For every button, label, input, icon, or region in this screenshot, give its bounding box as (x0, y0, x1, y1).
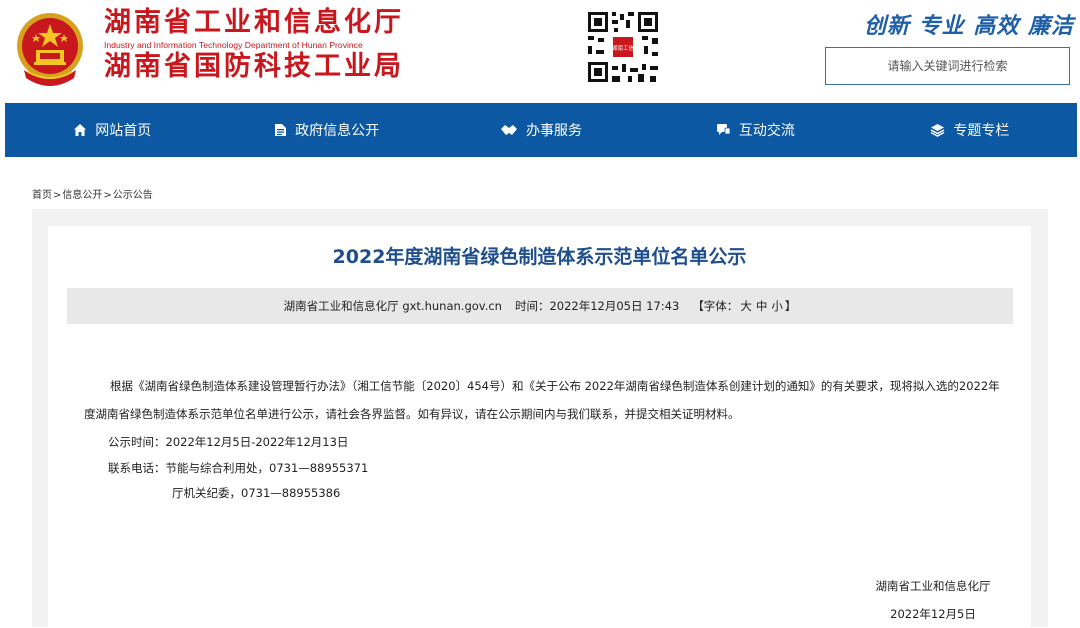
breadcrumb-info-public[interactable]: 信息公开 (62, 190, 102, 201)
breadcrumb-separator: > (53, 190, 62, 201)
home-icon (74, 124, 87, 136)
breadcrumb-announcements[interactable]: 公示公告 (113, 190, 153, 201)
nav-item-interaction[interactable]: 互动交流 (648, 103, 862, 157)
site-title-english: Industry and Information Technology Depa… (104, 40, 363, 50)
nav-item-topics[interactable]: 专题专栏 (863, 103, 1077, 157)
nav-item-label: 互动交流 (738, 123, 795, 139)
nav-item-home[interactable]: 网站首页 (5, 103, 219, 157)
nav-item-services[interactable]: 办事服务 (434, 103, 648, 157)
article-time: 时间：2022年12月05日 17:43 (514, 299, 680, 313)
breadcrumb-separator: > (103, 190, 112, 201)
qr-caption: 湖南工信 (612, 44, 635, 52)
article-paragraph: 根据《湖南省绿色制造体系建设管理暂行办法》（湘工信节能〔2020〕454号）和《… (84, 379, 1000, 421)
publicity-period: 公示时间：2022年12月5日-2022年12月13日 (108, 435, 349, 449)
site-title-block: 湖南省工业和信息化厅 Industry and Information Tech… (104, 6, 434, 84)
search-box[interactable] (825, 47, 1070, 85)
document-icon (275, 124, 287, 136)
signature-date: 2022年12月5日 (890, 607, 976, 621)
layers-icon (930, 124, 945, 137)
nav-item-label: 办事服务 (526, 123, 583, 139)
article-meta-bar: 湖南省工业和信息化厅 gxt.hunan.gov.cn 时间：2022年12月0… (67, 288, 1013, 324)
site-header: 湖南省工业和信息化厅 Industry and Information Tech… (0, 0, 1080, 103)
font-size-medium-button[interactable]: 中 (756, 298, 768, 314)
handshake-icon (501, 125, 518, 135)
nav-item-label: 专题专栏 (953, 123, 1010, 139)
site-title-primary: 湖南省工业和信息化厅 (104, 7, 404, 38)
chat-icon (716, 124, 731, 135)
font-size-label-close: 】 (784, 299, 797, 313)
nav-item-label: 网站首页 (95, 123, 152, 139)
article-signature: 湖南省工业和信息化厅 2022年12月5日 (858, 572, 1008, 628)
font-size-label: 【字体： (692, 299, 739, 313)
search-input[interactable] (826, 48, 1069, 84)
article-body: 根据《湖南省绿色制造体系建设管理暂行办法》（湘工信节能〔2020〕454号）和《… (84, 372, 1004, 506)
site-slogan: 创新 专业 高效 廉洁 (864, 14, 1074, 39)
contact-phone-primary: 联系电话：节能与综合利用处，0731—88955371 (108, 461, 369, 475)
site-title-secondary: 湖南省国防科技工业局 (104, 51, 404, 82)
national-emblem-icon (17, 13, 83, 86)
nav-item-gov-info[interactable]: 政府信息公开 (219, 103, 433, 157)
breadcrumb-home[interactable]: 首页 (32, 190, 52, 201)
font-size-large-button[interactable]: 大 (740, 298, 752, 314)
font-size-small-button[interactable]: 小 (771, 298, 783, 314)
contact-phone-secondary: 厅机关纪委，0731—88955386 (172, 486, 341, 500)
nav-item-label: 政府信息公开 (295, 123, 380, 139)
article-title: 2022年度湖南省绿色制造体系示范单位名单公示 (332, 246, 747, 268)
article-source: 湖南省工业和信息化厅 gxt.hunan.gov.cn (283, 299, 502, 313)
breadcrumb: 首页>信息公开>公示公告 (32, 186, 153, 201)
qr-code-icon: 湖南工信 (586, 10, 660, 84)
signature-org: 湖南省工业和信息化厅 (875, 579, 991, 593)
main-nav: 网站首页 政府信息公开 办事服务 互动交流 专题专栏 (5, 103, 1077, 157)
